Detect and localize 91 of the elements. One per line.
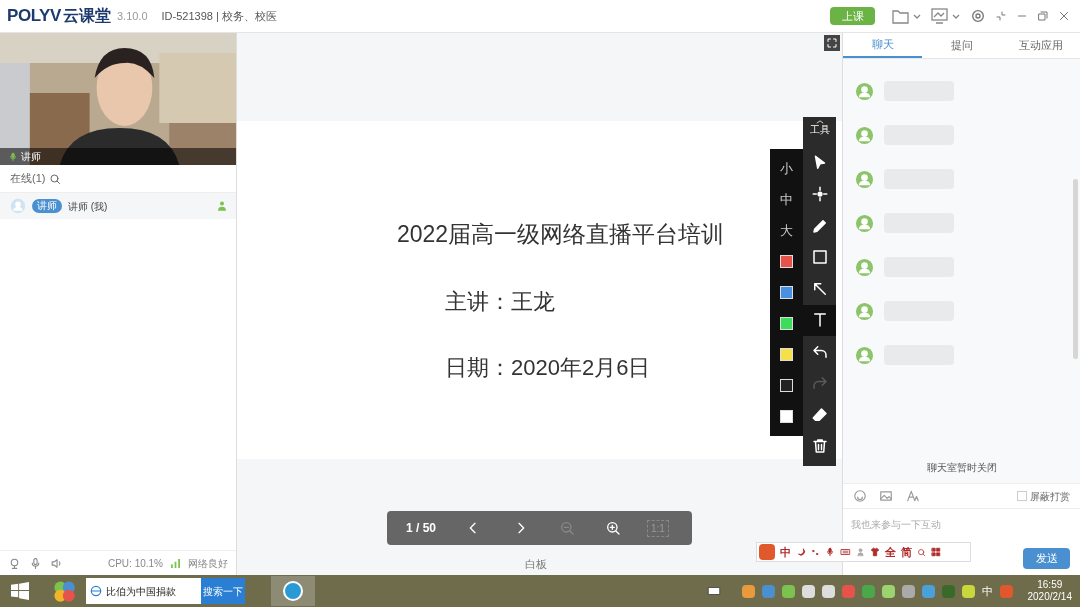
color-swatch[interactable] <box>780 317 793 330</box>
avatar-icon <box>855 301 874 321</box>
tray-icon[interactable] <box>901 584 915 598</box>
avatar-icon <box>855 213 874 233</box>
search-text: 比伯为中国捐款 <box>106 584 176 599</box>
avatar-icon <box>855 81 874 101</box>
role-badge: 讲师 <box>32 199 62 213</box>
size-option[interactable]: 小 <box>780 153 793 184</box>
member-row[interactable]: 讲师 讲师 (我) <box>0 193 236 219</box>
checkbox[interactable] <box>1017 491 1027 501</box>
microphone-icon[interactable] <box>29 556 42 570</box>
app-brand: 云课堂 <box>62 6 111 26</box>
restore-icon[interactable] <box>1037 10 1049 22</box>
clock-date: 2020/2/14 <box>1027 591 1072 603</box>
search-field[interactable]: 比伯为中国捐款 <box>86 578 201 604</box>
tray-icon[interactable] <box>781 584 795 598</box>
microphone-icon[interactable] <box>825 547 835 557</box>
tray-icon[interactable] <box>801 584 815 598</box>
image-icon[interactable] <box>879 489 893 503</box>
page-indicator: 1 / 50 <box>405 520 437 537</box>
chat-tab[interactable]: 互动应用 <box>1001 32 1080 58</box>
whiteboard-label: 白板 <box>525 556 547 572</box>
avatar-icon <box>855 169 874 189</box>
screen-share-icon[interactable] <box>931 8 961 24</box>
camera-icon[interactable] <box>8 556 21 570</box>
app-icon[interactable] <box>52 579 76 603</box>
send-button[interactable]: 发送 <box>1023 548 1070 569</box>
app-logo: POLYV <box>7 5 61 28</box>
slide-title: 2022届高一级网络直播平台培训 <box>397 220 725 249</box>
tray-icon[interactable] <box>881 584 895 598</box>
network-status: 网络良好 <box>188 556 228 571</box>
keyboard-icon[interactable] <box>840 547 851 557</box>
shirt-icon[interactable] <box>870 547 880 557</box>
tray-icon[interactable] <box>821 584 835 598</box>
tray-icon[interactable] <box>861 584 875 598</box>
sogou-logo-icon <box>759 544 775 560</box>
caret-icon <box>815 120 824 124</box>
chat-tab[interactable]: 提问 <box>922 32 1001 58</box>
checkbox-label: 屏蔽打赏 <box>1030 489 1070 504</box>
zoom-in-icon[interactable] <box>605 520 621 536</box>
collapse-icon[interactable] <box>995 10 1007 22</box>
size-option[interactable]: 中 <box>780 184 793 215</box>
clock-time: 16:59 <box>1037 579 1063 591</box>
user-avatar-icon <box>10 198 26 214</box>
ime-width[interactable]: 全 <box>885 543 896 561</box>
search-icon[interactable] <box>49 172 62 185</box>
close-icon[interactable] <box>1058 10 1070 22</box>
cpu-usage: CPU: 10.1% <box>107 556 163 571</box>
size-option[interactable]: 大 <box>780 215 793 246</box>
chat-closed-notice: 聊天室暂时关闭 <box>925 461 998 475</box>
tray-icon[interactable] <box>921 584 935 598</box>
emoji-icon[interactable] <box>853 489 867 503</box>
search-button[interactable]: 搜索一下 <box>201 578 245 604</box>
microphone-icon <box>8 151 18 162</box>
browser-icon <box>89 584 103 598</box>
moon-icon[interactable] <box>796 547 806 557</box>
color-swatch[interactable] <box>780 255 793 268</box>
punctuation-icon[interactable] <box>811 547 820 557</box>
slide-text: 日期：2020年2月6日 <box>445 353 651 382</box>
tray-icon[interactable] <box>741 584 755 598</box>
folder-icon[interactable] <box>892 8 922 24</box>
signal-icon <box>171 558 180 568</box>
online-count: 在线(1) <box>10 171 46 187</box>
room-id: ID-521398 | 校务、校医 <box>161 8 277 24</box>
start-icon[interactable] <box>11 582 29 600</box>
tools-header[interactable]: 工具 <box>809 117 830 147</box>
fullscreen-icon[interactable] <box>824 35 840 51</box>
video-label: 讲师 <box>21 150 41 164</box>
avatar-icon <box>855 345 874 365</box>
speaker-icon[interactable] <box>50 556 63 570</box>
ime-script[interactable]: 简 <box>901 543 912 561</box>
version-label: 3.10.0 <box>116 8 148 24</box>
person-icon[interactable] <box>856 547 865 557</box>
ime-mode[interactable]: 中 <box>780 543 791 561</box>
font-size-icon[interactable] <box>905 489 921 503</box>
tool-button[interactable] <box>803 304 836 336</box>
settings-icon[interactable] <box>970 8 986 24</box>
slide-text: 主讲：王龙 <box>445 287 555 316</box>
search-icon[interactable] <box>917 547 926 557</box>
grid-icon[interactable] <box>931 547 941 557</box>
avatar-icon <box>855 125 874 145</box>
color-swatch[interactable] <box>780 348 793 361</box>
color-swatch[interactable] <box>780 410 793 423</box>
color-swatch[interactable] <box>780 286 793 299</box>
member-name: 讲师 (我) <box>68 199 108 214</box>
avatar-icon <box>855 257 874 277</box>
taskbar-app-button[interactable] <box>271 576 315 606</box>
tray-language[interactable]: 中 <box>981 582 993 600</box>
color-swatch[interactable] <box>780 379 793 392</box>
tray-icon[interactable] <box>961 584 975 598</box>
user-status-icon <box>218 201 226 211</box>
